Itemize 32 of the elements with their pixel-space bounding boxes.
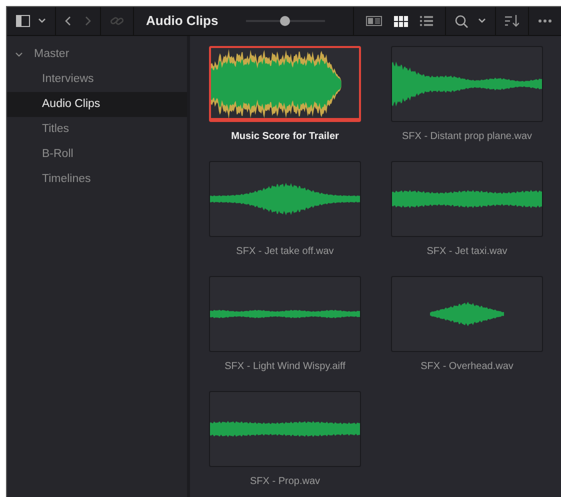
clip-thumbnail[interactable] (391, 46, 543, 122)
clip-name: SFX - Jet taxi.wav (426, 245, 508, 259)
sort-icon[interactable] (505, 15, 519, 27)
chevron-down-icon[interactable] (38, 18, 46, 24)
list-view-icon[interactable] (420, 16, 433, 26)
sidebar-item[interactable]: Titles (7, 117, 187, 142)
search-icon[interactable] (455, 14, 468, 28)
clip-thumbnail[interactable] (209, 161, 361, 237)
panel-toggle-icon[interactable] (16, 15, 30, 27)
clip-thumbnail[interactable] (209, 276, 361, 352)
sidebar-item[interactable]: B-Roll (7, 142, 187, 167)
grid-view-icon[interactable] (394, 16, 408, 26)
sidebar-item[interactable]: Interviews (7, 67, 187, 92)
metadata-view-icon[interactable] (366, 16, 382, 26)
back-icon[interactable] (65, 16, 71, 26)
clip-name: SFX - Jet take off.wav (236, 245, 334, 259)
clip-name: SFX - Prop.wav (250, 475, 320, 489)
clip-thumbnail[interactable] (391, 276, 543, 352)
chevron-down-icon[interactable] (478, 18, 486, 24)
clip-thumbnail[interactable] (391, 161, 543, 237)
clip-name: SFX - Light Wind Wispy.aiff (224, 360, 346, 374)
more-icon[interactable] (538, 19, 552, 23)
sidebar-item[interactable]: Audio Clips (7, 92, 187, 117)
clip-name: Music Score for Trailer (231, 130, 339, 144)
clip-name: SFX - Distant prop plane.wav (402, 130, 532, 144)
sidebar-item[interactable]: Timelines (7, 167, 187, 192)
sidebar-item[interactable]: Master (7, 42, 187, 67)
panel-title: Audio Clips (145, 12, 220, 30)
clip-thumbnail[interactable] (209, 391, 361, 467)
clip-thumbnail[interactable] (209, 46, 361, 122)
chevron-down-icon[interactable] (15, 50, 23, 58)
clip-name: SFX - Overhead.wav (420, 360, 514, 374)
